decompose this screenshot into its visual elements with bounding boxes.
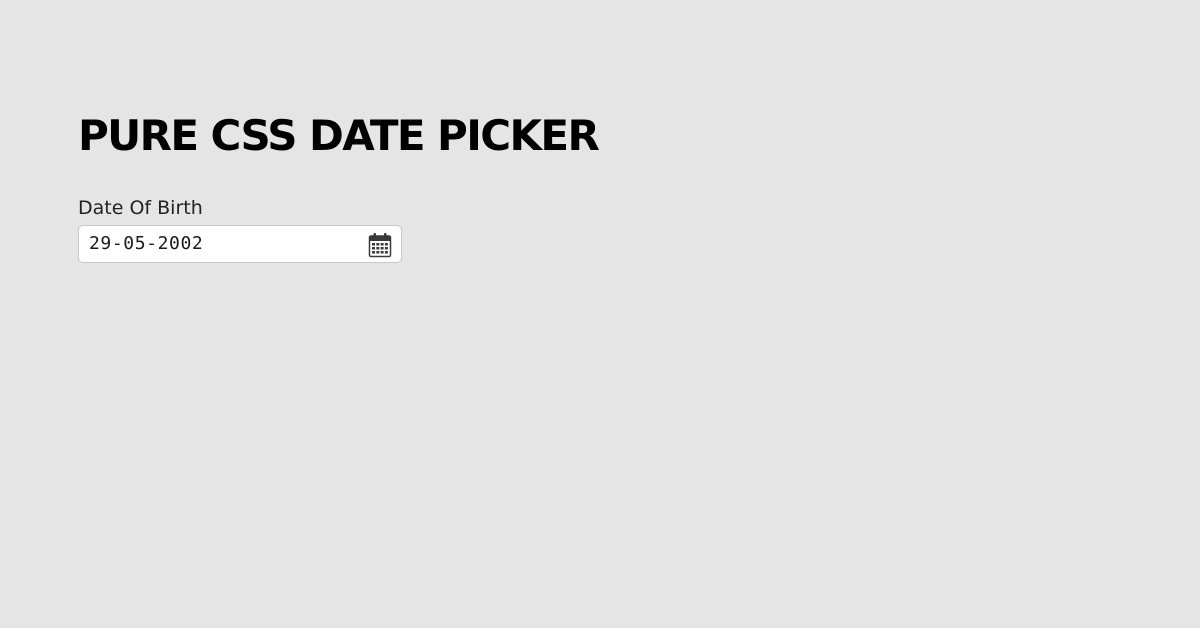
date-of-birth-input[interactable]: 29-05-2002: [78, 225, 402, 263]
calendar-icon[interactable]: [368, 232, 392, 258]
date-value[interactable]: 29-05-2002: [89, 233, 203, 255]
date-of-birth-label: Date Of Birth: [78, 197, 203, 219]
page-title: PURE CSS DATE PICKER: [78, 111, 600, 160]
